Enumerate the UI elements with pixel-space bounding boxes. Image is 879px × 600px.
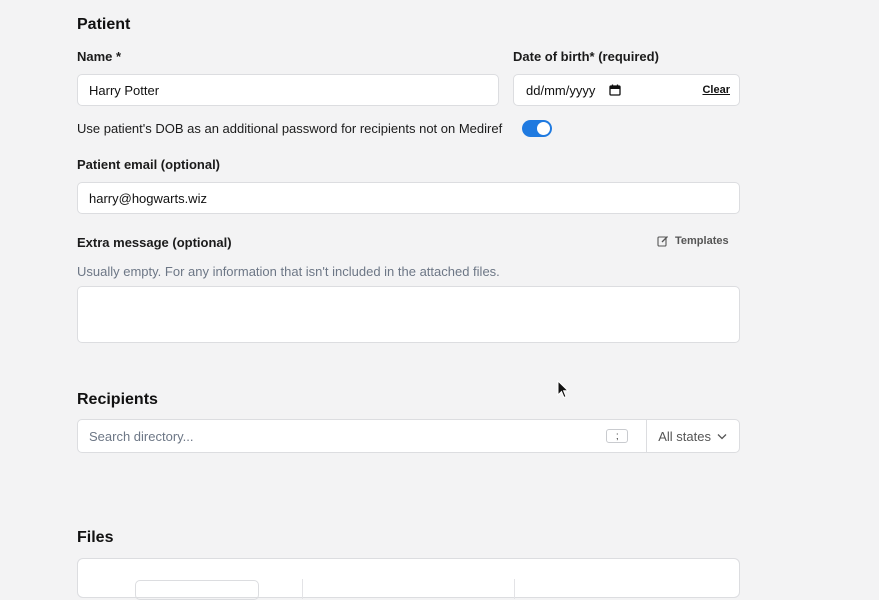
shortcut-key-badge: ; (606, 429, 629, 443)
dob-password-label: Use patient's DOB as an additional passw… (77, 121, 503, 136)
files-panel (77, 558, 740, 600)
dob-label: Date of birth* (required) (513, 49, 659, 64)
file-option-upload[interactable] (135, 580, 259, 600)
recipients-section-title: Recipients (77, 391, 158, 408)
patient-section-title: Patient (77, 16, 131, 33)
templates-label: Templates (675, 235, 729, 247)
templates-button[interactable]: Templates (657, 235, 729, 247)
name-label: Name * (77, 49, 122, 64)
email-input-value: harry@hogwarts.wiz (89, 190, 207, 206)
divider (514, 579, 515, 599)
toggle-knob (537, 122, 550, 135)
name-input[interactable]: Harry Potter (77, 74, 499, 106)
state-filter-value: All states (658, 428, 711, 444)
dob-password-toggle[interactable] (522, 120, 552, 137)
dob-clear-button[interactable]: Clear (702, 84, 730, 96)
email-label: Patient email (optional) (77, 157, 221, 172)
mouse-cursor-icon (557, 379, 570, 404)
calendar-icon[interactable] (609, 84, 621, 96)
name-input-value: Harry Potter (89, 82, 160, 98)
dob-placeholder: dd/mm/yyyy (526, 82, 596, 98)
chevron-down-icon (717, 433, 727, 440)
files-section-title: Files (77, 529, 114, 546)
directory-search-input[interactable]: Search directory... (78, 429, 606, 444)
divider (302, 579, 303, 599)
recipient-search-bar: Search directory... ; All states (77, 419, 740, 453)
dob-input[interactable]: dd/mm/yyyy Clear (513, 74, 740, 106)
extra-message-hint: Usually empty. For any information that … (77, 264, 500, 279)
email-input[interactable]: harry@hogwarts.wiz (77, 182, 740, 214)
edit-template-icon (657, 235, 669, 247)
extra-message-textarea[interactable] (77, 286, 740, 343)
extra-message-label: Extra message (optional) (77, 235, 232, 250)
state-filter-dropdown[interactable]: All states (647, 429, 739, 444)
